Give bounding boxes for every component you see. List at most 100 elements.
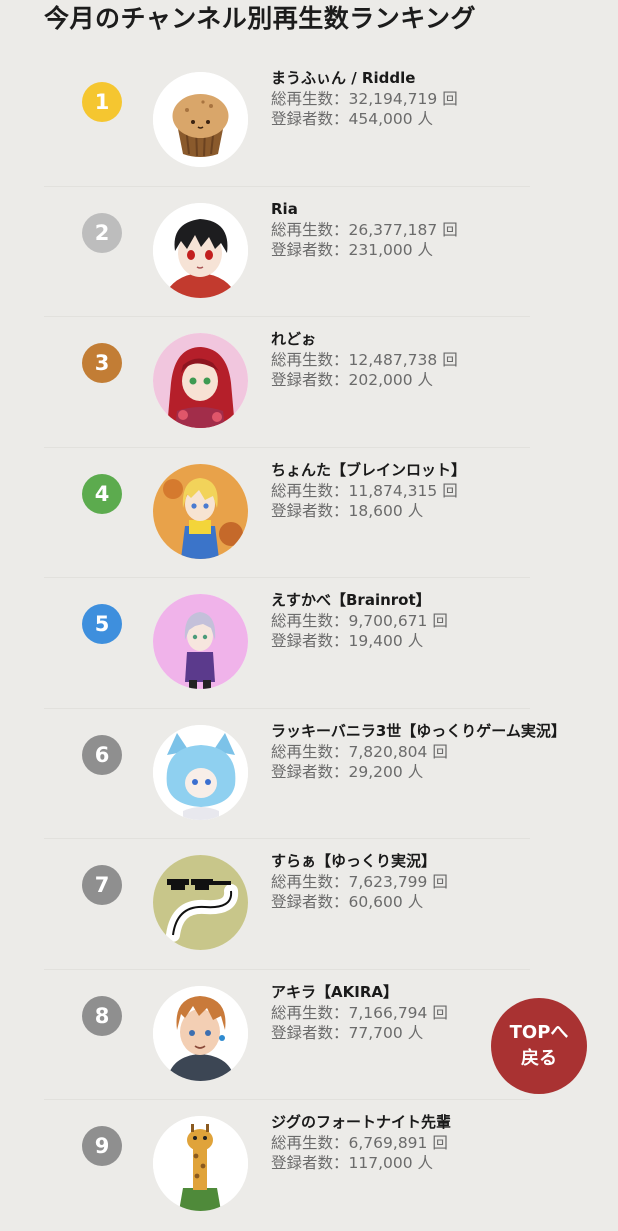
subscriber-count: 登録者数：29,200 人 [271, 762, 571, 782]
channel-name[interactable]: すらぁ【ゆっくり実況】 [271, 850, 571, 872]
subs-value: 19,400 [348, 632, 403, 650]
subs-value: 60,600 [348, 893, 403, 911]
subs-label: 登録者数： [271, 501, 349, 520]
views-label: 総再生数： [271, 220, 349, 239]
ranking-item[interactable]: 7 すらぁ【ゆっくり実況】 総再生数：7,623,799 回 登録者数：60,6… [0, 839, 618, 970]
subs-label: 登録者数： [271, 893, 349, 911]
views-unit: 回 [427, 742, 448, 761]
rank-badge: 7 [82, 865, 122, 905]
blue-cat-avatar-icon[interactable] [153, 724, 248, 820]
ranking-item[interactable]: 1 まうふぃん / Riddle 総再生数：32,194,719 回 登録者数：… [0, 56, 618, 187]
views-label: 総再生数： [271, 612, 349, 630]
views-unit: 回 [427, 1003, 448, 1022]
subs-label: 登録者数： [271, 1154, 349, 1172]
rank-badge: 5 [82, 604, 122, 644]
back-to-top-label-line1: TOPへ [509, 1022, 569, 1043]
channel-info: まうふぃん / Riddle 総再生数：32,194,719 回 登録者数：45… [271, 67, 571, 129]
channel-info: ラッキーバニラ3世【ゆっくりゲーム実況】 総再生数：7,820,804 回 登録… [271, 720, 571, 782]
channel-name[interactable]: ラッキーバニラ3世【ゆっくりゲーム実況】 [271, 720, 571, 742]
views-value: 32,194,719 [348, 90, 438, 108]
ranking-item[interactable]: 2 Ria 総再生数：26,377,187 回 登録者数：231,000 人 [0, 187, 618, 317]
subscriber-count: 登録者数：454,000 人 [271, 109, 571, 129]
total-views: 総再生数：26,377,187 回 [271, 220, 571, 240]
channel-name[interactable]: Ria [271, 198, 571, 220]
views-unit: 回 [437, 481, 458, 500]
dark-haired-boy-avatar-icon[interactable] [153, 202, 248, 298]
muffin-avatar-icon[interactable] [153, 72, 248, 167]
channel-name[interactable]: ジグのフォートナイト先輩 [271, 1111, 571, 1133]
subs-value: 77,700 [348, 1023, 403, 1042]
ranking-item[interactable]: 6 ラッキーバニラ3世【ゆっくりゲーム実況】 総再生数：7,820,804 回 … [0, 709, 618, 839]
subscriber-count: 登録者数：117,000 人 [271, 1153, 571, 1173]
channel-info: Ria 総再生数：26,377,187 回 登録者数：231,000 人 [271, 198, 571, 260]
views-label: 総再生数： [271, 742, 349, 761]
back-to-top-label-line2: 戻る [521, 1048, 557, 1069]
channel-name[interactable]: れどぉ [271, 328, 571, 350]
views-label: 総再生数： [271, 1134, 349, 1152]
ranking-item[interactable]: 9 ジグのフォートナイト先輩 総再生数：6,769,891 回 登録者数：117… [0, 1100, 618, 1231]
subs-value: 454,000 [348, 110, 413, 128]
channel-info: ちょんた【ブレインロット】 総再生数：11,874,315 回 登録者数：18,… [271, 459, 571, 521]
subs-label: 登録者数： [271, 762, 349, 781]
views-value: 26,377,187 [348, 220, 438, 239]
views-label: 総再生数： [271, 90, 349, 108]
channel-info: すらぁ【ゆっくり実況】 総再生数：7,623,799 回 登録者数：60,600… [271, 850, 571, 912]
views-unit: 回 [427, 1134, 448, 1152]
subs-value: 202,000 [348, 371, 413, 389]
views-value: 11,874,315 [348, 481, 438, 500]
subs-value: 117,000 [348, 1154, 413, 1172]
subs-unit: 人 [412, 240, 434, 259]
ranking-item[interactable]: 5 えすかべ【Brainrot】 総再生数：9,700,671 回 登録者数：1… [0, 578, 618, 709]
orange-haired-boy-avatar-icon[interactable] [153, 985, 248, 1081]
views-unit: 回 [437, 90, 458, 108]
total-views: 総再生数：9,700,671 回 [271, 611, 571, 631]
views-value: 9,700,671 [348, 612, 428, 630]
subscriber-count: 登録者数：202,000 人 [271, 370, 571, 390]
subs-label: 登録者数： [271, 371, 349, 389]
subs-unit: 人 [402, 501, 424, 520]
subscriber-count: 登録者数：60,600 人 [271, 892, 571, 912]
views-label: 総再生数： [271, 351, 349, 369]
total-views: 総再生数：11,874,315 回 [271, 481, 571, 501]
channel-info: ジグのフォートナイト先輩 総再生数：6,769,891 回 登録者数：117,0… [271, 1111, 571, 1173]
subs-label: 登録者数： [271, 1023, 349, 1042]
views-value: 7,623,799 [348, 873, 428, 891]
subscriber-count: 登録者数：19,400 人 [271, 631, 571, 651]
giraffe-avatar-icon[interactable] [153, 1116, 248, 1211]
rank-badge: 2 [82, 212, 122, 253]
rank-badge: 8 [82, 995, 122, 1036]
back-to-top-button[interactable]: TOPへ 戻る [491, 998, 587, 1094]
total-views: 総再生数：32,194,719 回 [271, 89, 571, 109]
channel-info: えすかべ【Brainrot】 総再生数：9,700,671 回 登録者数：19,… [271, 589, 571, 651]
subs-label: 登録者数： [271, 632, 349, 650]
ranking-item[interactable]: 4 ちょんた【ブレインロット】 総再生数：11,874,315 回 登録者数：1… [0, 448, 618, 578]
ranking-item[interactable]: 3 れどぉ 総再生数：12,487,738 回 登録者数：202,000 人 [0, 317, 618, 448]
views-unit: 回 [437, 351, 458, 369]
blonde-girl-avatar-icon[interactable] [153, 463, 248, 559]
subs-value: 18,600 [348, 501, 403, 520]
channel-name[interactable]: えすかべ【Brainrot】 [271, 589, 571, 611]
channel-name[interactable]: まうふぃん / Riddle [271, 67, 571, 89]
subs-value: 29,200 [348, 762, 403, 781]
subs-unit: 人 [412, 110, 434, 128]
views-value: 7,166,794 [348, 1003, 428, 1022]
subs-unit: 人 [402, 893, 424, 911]
channel-name[interactable]: ちょんた【ブレインロット】 [271, 459, 571, 481]
views-value: 12,487,738 [348, 351, 438, 369]
subs-label: 登録者数： [271, 240, 349, 259]
views-label: 総再生数： [271, 1003, 349, 1022]
subs-label: 登録者数： [271, 110, 349, 128]
views-unit: 回 [437, 220, 458, 239]
rank-badge: 6 [82, 734, 122, 775]
subs-unit: 人 [402, 632, 424, 650]
sunglasses-snake-avatar-icon[interactable] [153, 855, 248, 950]
subs-unit: 人 [402, 1023, 424, 1042]
subscriber-count: 登録者数：231,000 人 [271, 240, 571, 260]
views-label: 総再生数： [271, 481, 349, 500]
purple-hoodie-avatar-icon[interactable] [153, 594, 248, 689]
views-unit: 回 [427, 612, 448, 630]
red-haired-girl-avatar-icon[interactable] [153, 333, 248, 428]
subs-unit: 人 [412, 371, 434, 389]
views-value: 7,820,804 [348, 742, 428, 761]
page-title: 今月のチャンネル別再生数ランキング [44, 4, 477, 33]
